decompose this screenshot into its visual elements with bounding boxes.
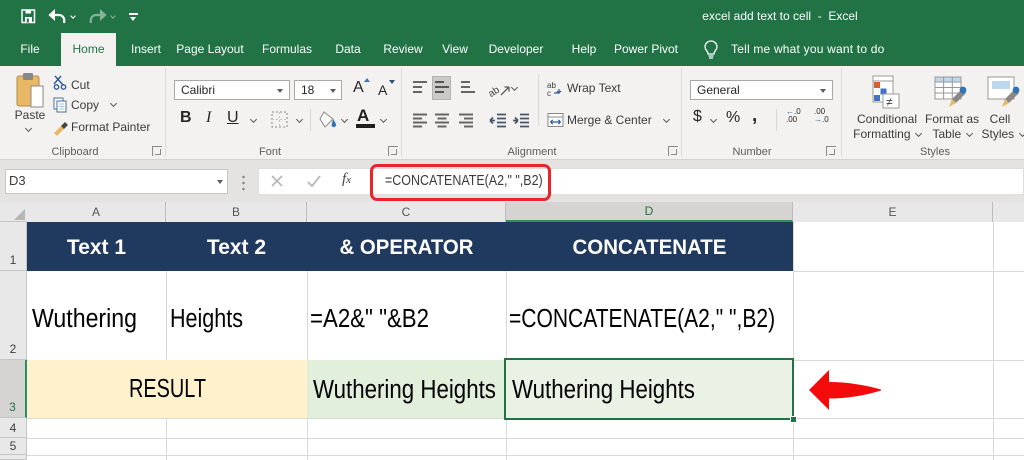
svg-text:c: c	[547, 89, 551, 97]
svg-text:ab: ab	[489, 84, 502, 98]
svg-text:≠: ≠	[886, 95, 893, 109]
